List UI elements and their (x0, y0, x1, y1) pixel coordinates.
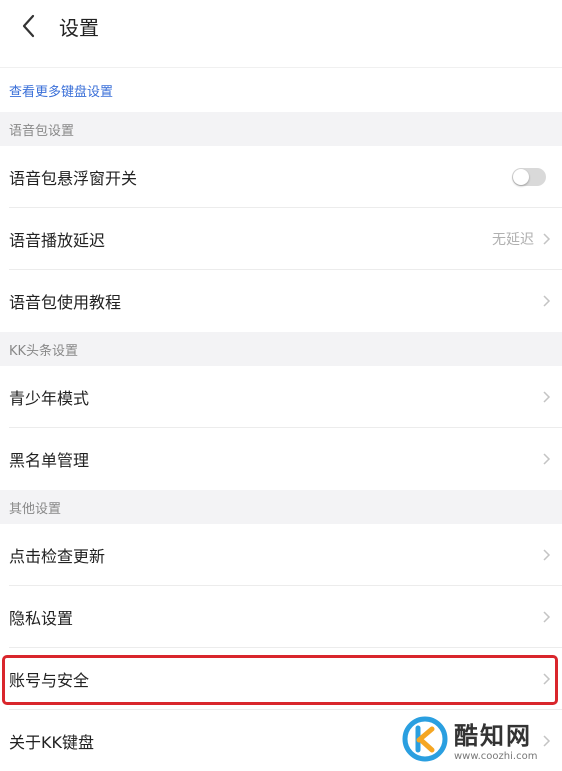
spacer (0, 52, 562, 68)
chevron-right-icon (543, 295, 551, 307)
watermark-logo-icon (402, 716, 448, 762)
watermark-name: 酷知网 (454, 722, 532, 750)
row-value: 无延迟 (492, 232, 534, 248)
row-label: 语音播放延迟 (9, 231, 106, 250)
header: 设置 (0, 0, 562, 52)
row-label: 语音包悬浮窗开关 (9, 169, 138, 188)
back-button[interactable] (14, 11, 44, 41)
settings-row-voice-delay[interactable]: 语音播放延迟 无延迟 (0, 208, 562, 270)
row-label: 隐私设置 (9, 609, 74, 628)
voice-float-toggle[interactable] (512, 168, 546, 186)
row-label: 语音包使用教程 (9, 293, 122, 312)
settings-row-voice-float-toggle[interactable]: 语音包悬浮窗开关 (0, 146, 562, 208)
settings-row-check-update[interactable]: 点击检查更新 (0, 524, 562, 586)
page-title: 设置 (59, 16, 99, 40)
row-label: 黑名单管理 (9, 451, 90, 470)
settings-row-voice-tutorial[interactable]: 语音包使用教程 (0, 270, 562, 332)
row-label: 账号与安全 (9, 671, 90, 690)
chevron-right-icon (543, 391, 551, 403)
chevron-right-icon (543, 233, 551, 245)
row-label: 青少年模式 (9, 389, 90, 408)
settings-row-blacklist[interactable]: 黑名单管理 (0, 428, 562, 490)
section-header-kk: KK头条设置 (0, 332, 562, 366)
section-header-voice: 语音包设置 (0, 112, 562, 146)
watermark: 酷知网 www.coozhi.com (402, 710, 560, 768)
watermark-url: www.coozhi.com (454, 751, 538, 762)
chevron-right-icon (543, 453, 551, 465)
settings-row-account-security[interactable]: 账号与安全 (0, 648, 562, 710)
toggle-knob (513, 169, 529, 185)
row-label: 点击检查更新 (9, 547, 106, 566)
chevron-right-icon (543, 549, 551, 561)
settings-row-youth-mode[interactable]: 青少年模式 (0, 366, 562, 428)
chevron-right-icon (543, 611, 551, 623)
more-keyboard-settings-link[interactable]: 查看更多键盘设置 (0, 68, 562, 112)
settings-row-privacy[interactable]: 隐私设置 (0, 586, 562, 648)
section-header-other: 其他设置 (0, 490, 562, 524)
watermark-text: 酷知网 www.coozhi.com (454, 716, 537, 762)
chevron-right-icon (543, 673, 551, 685)
chevron-left-icon (22, 14, 35, 38)
